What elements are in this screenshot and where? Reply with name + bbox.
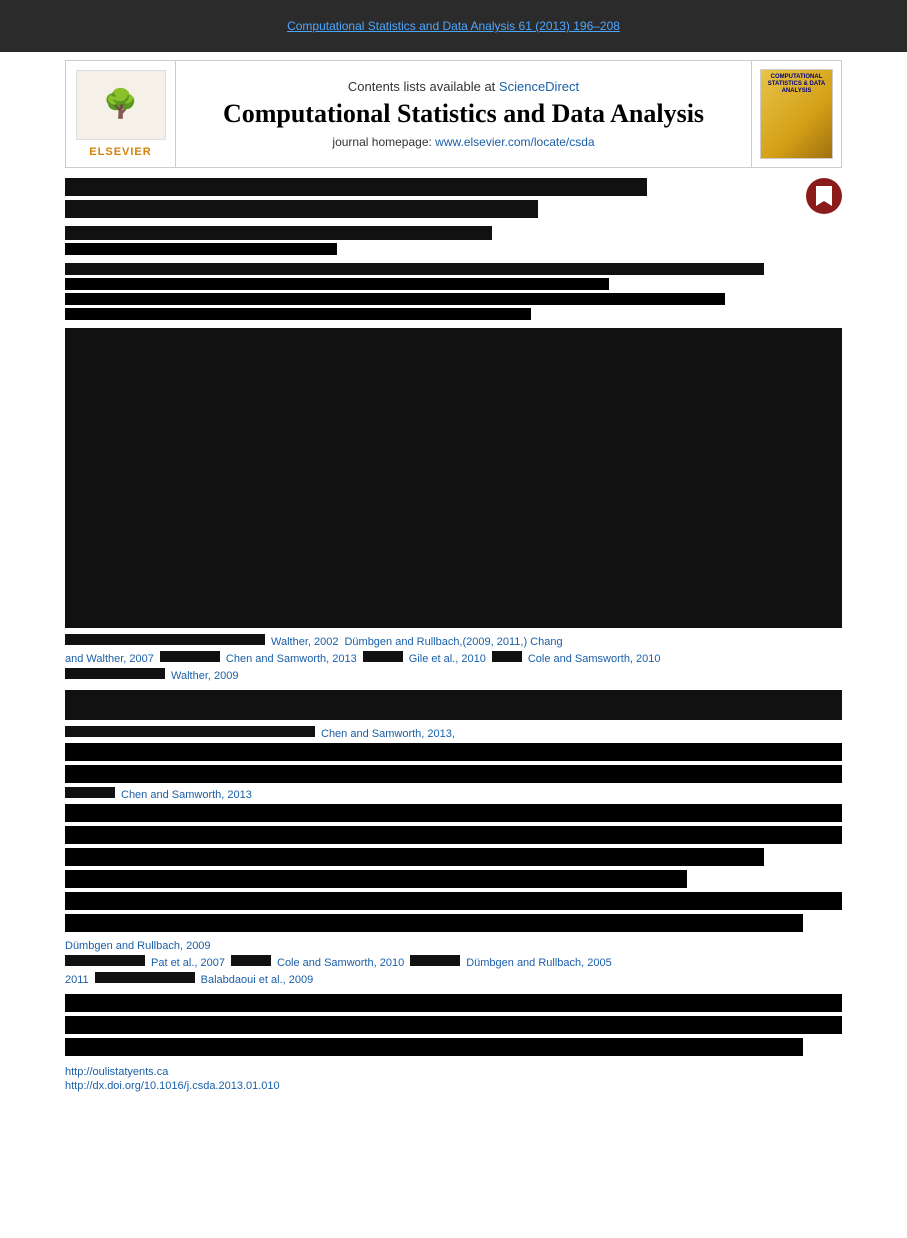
redacted-mid-1 xyxy=(65,690,842,720)
right-logo-title: COMPUTATIONAL STATISTICS & DATA ANALYSIS xyxy=(765,74,828,96)
citation-row-pat: Pat et al., 2007 Cole and Samworth, 2010… xyxy=(65,955,842,969)
article-info-3 xyxy=(65,293,725,305)
redacted-seg-10 xyxy=(410,955,460,966)
redacted-seg-7 xyxy=(65,787,115,798)
citation-section-bottom: Dümbgen and Rullbach, 2009 Pat et al., 2… xyxy=(65,940,842,986)
citation-chen-samworth-2013c[interactable]: Chen and Samworth, 2013 xyxy=(121,789,252,801)
redacted-seg-1 xyxy=(65,634,265,645)
elsevier-logo-box: 🌳 xyxy=(76,70,166,140)
browser-bar: Computational Statistics and Data Analys… xyxy=(0,0,907,52)
browser-url[interactable]: Computational Statistics and Data Analys… xyxy=(287,19,620,33)
article-info-2 xyxy=(65,278,609,290)
citation-row-chen: Chen and Samworth, 2013, xyxy=(65,726,842,740)
citation-pat-2007[interactable]: Pat et al., 2007 xyxy=(151,957,225,969)
redacted-bot-1 xyxy=(65,994,842,1012)
redacted-mid-4 xyxy=(65,804,842,822)
main-content: Walther, 2002 Dümbgen and Rullbach,(2009… xyxy=(65,178,842,1092)
journal-center-info: Contents lists available at ScienceDirec… xyxy=(176,61,751,167)
article-info-4 xyxy=(65,308,531,320)
citation-row-3: Walther, 2009 xyxy=(65,668,842,682)
authors-section xyxy=(65,226,842,255)
citation-2011[interactable]: 2011 xyxy=(65,974,89,986)
redacted-seg-9 xyxy=(231,955,271,966)
citation-dumbgen-2009[interactable]: Dümbgen and Rullbach, 2009 xyxy=(65,940,211,952)
authors-block-1 xyxy=(65,226,492,240)
article-info-1 xyxy=(65,263,764,275)
abstract-block xyxy=(65,328,842,628)
journal-title: Computational Statistics and Data Analys… xyxy=(223,98,704,129)
journal-header: 🌳 ELSEVIER Contents lists available at S… xyxy=(65,60,842,168)
citation-balabdaoui[interactable]: Balabdaoui et al., 2009 xyxy=(201,974,314,986)
elsevier-logo-area: 🌳 ELSEVIER xyxy=(66,61,176,167)
redacted-seg-11 xyxy=(95,972,195,983)
redacted-seg-4 xyxy=(492,651,522,662)
redacted-bot-3 xyxy=(65,1038,803,1056)
elsevier-tree-icon: 🌳 xyxy=(103,91,138,119)
title-section xyxy=(65,178,842,218)
available-text: Contents lists available at ScienceDirec… xyxy=(348,79,579,94)
authors-block-2 xyxy=(65,243,337,255)
redacted-mid-7 xyxy=(65,870,687,888)
citation-dumbgen-rullbach[interactable]: Dümbgen and Rullbach,(2009, 2011,) Chang xyxy=(344,636,562,648)
redacted-mid-9 xyxy=(65,914,803,932)
citation-row-1: Walther, 2002 Dümbgen and Rullbach,(2009… xyxy=(65,634,842,648)
citation-chen-samworth-2013b[interactable]: Chen and Samworth, 2013, xyxy=(321,728,455,740)
redacted-mid-8 xyxy=(65,892,842,910)
citation-walther-2002[interactable]: Walther, 2002 xyxy=(271,636,338,648)
elsevier-label: ELSEVIER xyxy=(89,146,151,158)
bookmark-shape xyxy=(816,186,832,206)
citation-row-chen-2: Chen and Samworth, 2013 xyxy=(65,787,842,801)
title-line-2 xyxy=(65,200,538,218)
citation-cole-samsworth-2010[interactable]: Cole and Samsworth, 2010 xyxy=(528,653,661,665)
redacted-seg-3 xyxy=(363,651,403,662)
right-logo-area: COMPUTATIONAL STATISTICS & DATA ANALYSIS xyxy=(751,61,841,167)
redacted-seg-5 xyxy=(65,668,165,679)
citation-row-dumbgen: Dümbgen and Rullbach, 2009 xyxy=(65,940,842,952)
redacted-seg-2 xyxy=(160,651,220,662)
science-direct-link[interactable]: ScienceDirect xyxy=(499,79,579,94)
citation-gile-2010[interactable]: Gile et al., 2010 xyxy=(409,653,486,665)
citation-walther-2007[interactable]: and Walther, 2007 xyxy=(65,653,154,665)
citation-row-2: and Walther, 2007 Chen and Samworth, 201… xyxy=(65,651,842,665)
citation-walther-2009[interactable]: Walther, 2009 xyxy=(171,670,238,682)
title-line-1 xyxy=(65,178,647,196)
footer-email-link[interactable]: http://oulistatyents.ca xyxy=(65,1066,842,1078)
redacted-bot-2 xyxy=(65,1016,842,1034)
citation-chen-samworth-2013a[interactable]: Chen and Samworth, 2013 xyxy=(226,653,357,665)
redacted-mid-5 xyxy=(65,826,842,844)
citation-cole-samworth-2010b[interactable]: Cole and Samworth, 2010 xyxy=(277,957,404,969)
redacted-mid-6 xyxy=(65,848,764,866)
footer-links: http://oulistatyents.ca http://dx.doi.or… xyxy=(65,1066,842,1092)
redacted-seg-8 xyxy=(65,955,145,966)
citation-row-2011: 2011 Balabdaoui et al., 2009 xyxy=(65,972,842,986)
redacted-mid-2 xyxy=(65,743,842,761)
homepage-text: journal homepage: www.elsevier.com/locat… xyxy=(332,135,594,149)
right-logo-box: COMPUTATIONAL STATISTICS & DATA ANALYSIS xyxy=(760,69,833,159)
citation-section-1: Walther, 2002 Dümbgen and Rullbach,(2009… xyxy=(65,634,842,682)
citation-dumbgen-2005[interactable]: Dümbgen and Rullbach, 2005 xyxy=(466,957,612,969)
homepage-link[interactable]: www.elsevier.com/locate/csda xyxy=(435,135,594,149)
bookmark-icon[interactable] xyxy=(806,178,842,214)
redacted-seg-6 xyxy=(65,726,315,737)
redacted-mid-3 xyxy=(65,765,842,783)
article-info xyxy=(65,263,842,320)
footer-doi-link[interactable]: http://dx.doi.org/10.1016/j.csda.2013.01… xyxy=(65,1080,842,1092)
